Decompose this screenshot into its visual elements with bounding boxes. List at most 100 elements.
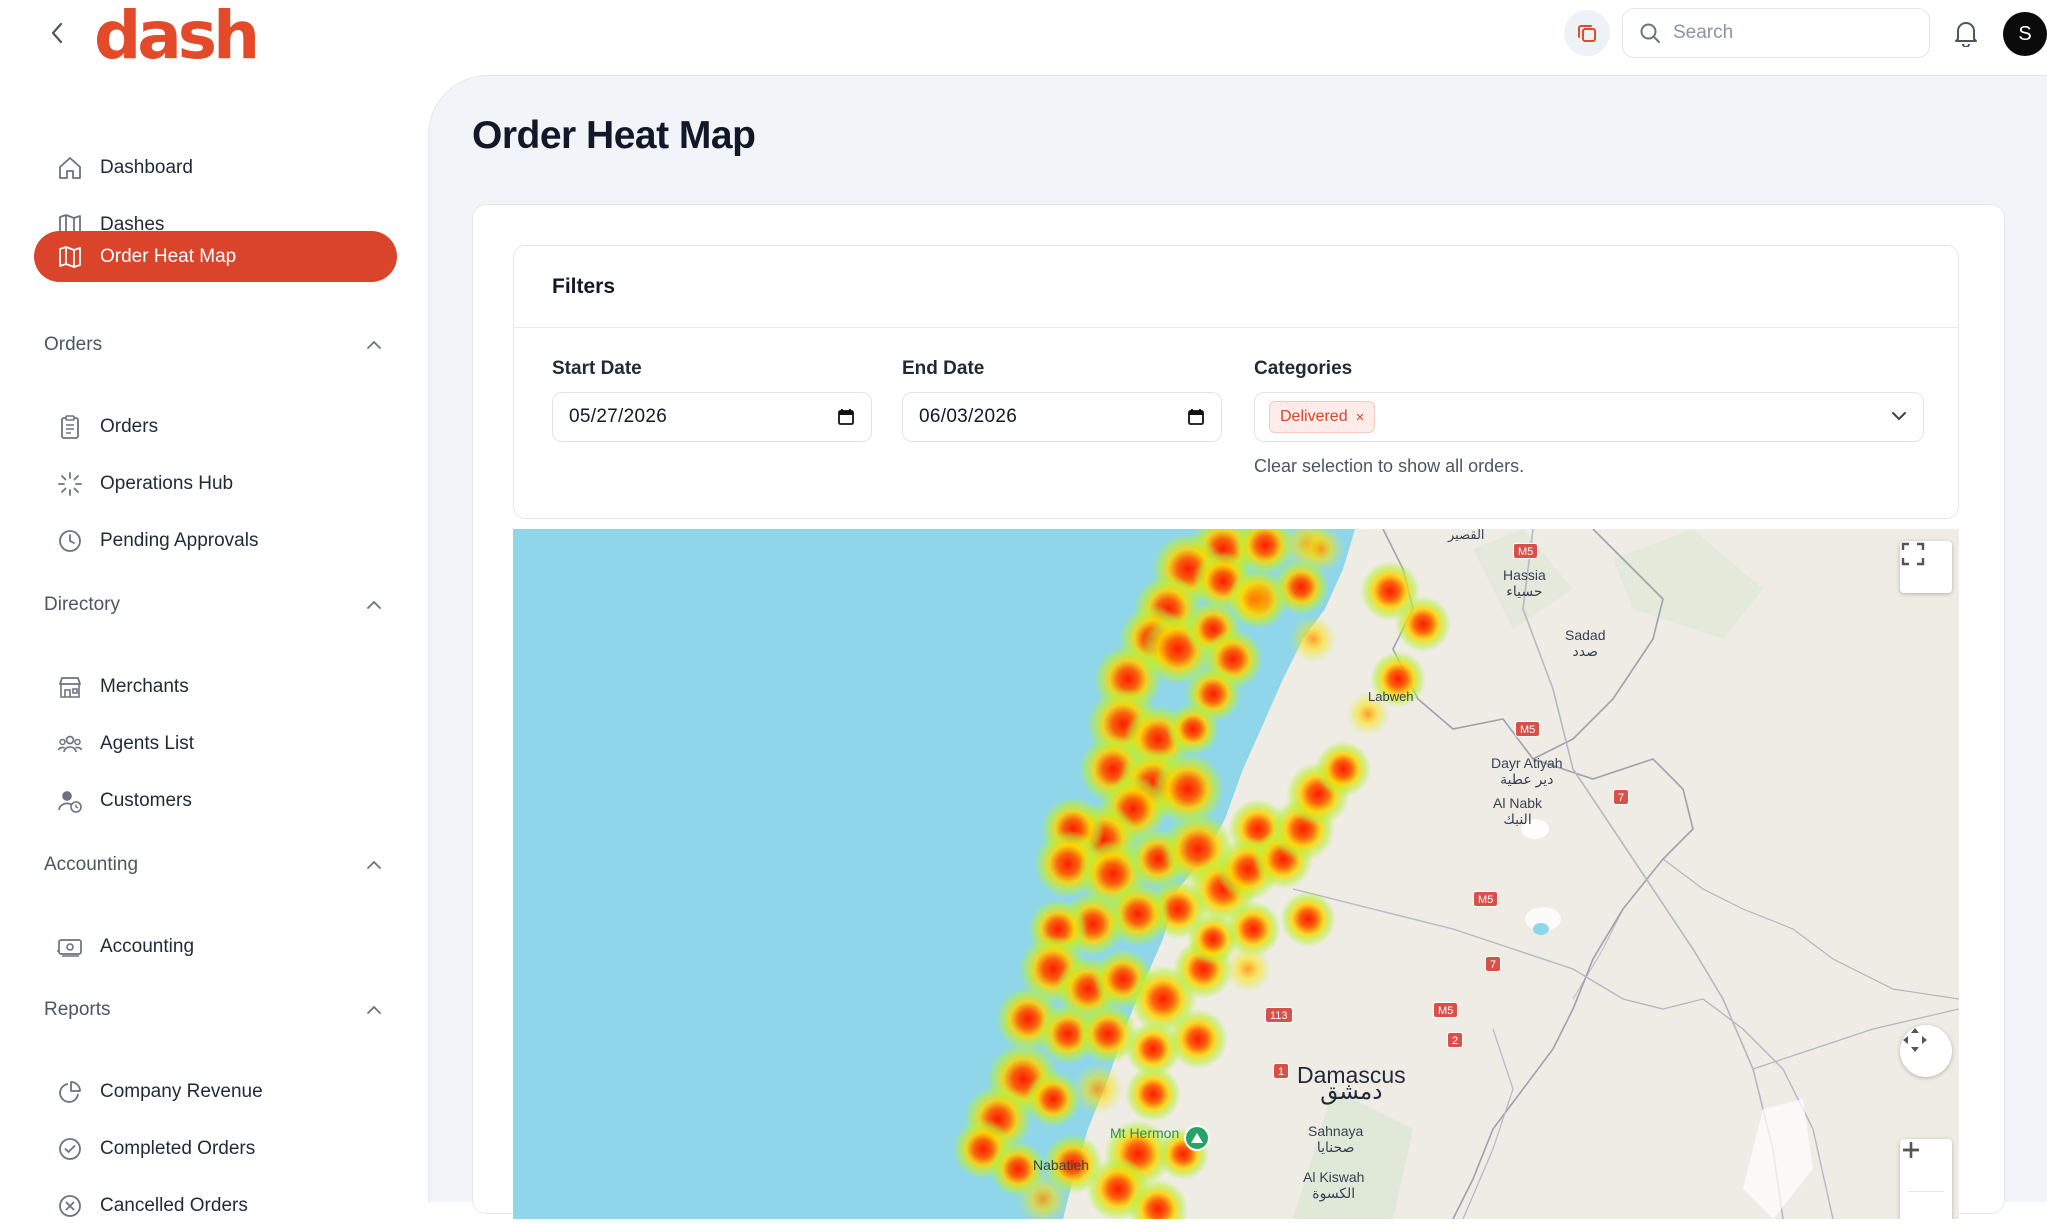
map-icon [55, 242, 85, 272]
avatar-initial: S [2018, 22, 2032, 45]
clock-icon [55, 526, 85, 556]
end-date-input[interactable]: 06/03/2026 [902, 392, 1222, 442]
map-label-al-nabk: Al Nabk النبك [1493, 795, 1543, 827]
end-date-label: End Date [902, 358, 985, 379]
chevron-up-icon [364, 335, 384, 355]
map-label-sadad: Sadad صدد [1565, 627, 1606, 659]
calendar-icon[interactable] [1187, 408, 1205, 426]
search-input[interactable] [1673, 22, 1913, 44]
section-directory-toggle[interactable]: Directory [44, 590, 384, 620]
dash-logo: dash [94, 2, 260, 66]
sidebar-item-label: Order Heat Map [100, 245, 237, 267]
fullscreen-icon [1901, 542, 1925, 566]
back-button[interactable] [44, 20, 70, 46]
x-circle-icon [55, 1191, 85, 1221]
sidebar-item-accounting[interactable]: Accounting [34, 921, 397, 972]
zoom-out-button[interactable] [1900, 1148, 1952, 1219]
road-badge-7: 7 [1485, 956, 1502, 972]
sidebar-item-customers[interactable]: Customers [34, 775, 397, 826]
section-title: Directory [44, 594, 121, 615]
copy-icon [1578, 25, 1596, 42]
copy-button[interactable] [1564, 10, 1610, 56]
sidebar-item-agents-list[interactable]: Agents List [34, 718, 397, 769]
section-orders-toggle[interactable]: Orders [44, 330, 384, 360]
home-icon [55, 153, 85, 183]
zoom-control [1900, 1139, 1952, 1219]
chevron-up-icon [364, 855, 384, 875]
move-arrows-icon [1903, 1028, 1927, 1052]
clipboard-icon [55, 412, 85, 442]
road-badge-m5: M5 [1515, 721, 1541, 737]
sidebar-item-dashboard[interactable]: Dashboard [34, 142, 397, 193]
map-label-damascus: Damascus دمشق [1297, 1062, 1406, 1104]
chip-remove-button[interactable]: × [1356, 409, 1365, 426]
map-canvas [513, 529, 1959, 1219]
filters-header: Filters [514, 246, 1958, 328]
chevron-down-icon[interactable] [1891, 408, 1907, 426]
user-clock-icon [55, 786, 85, 816]
road-badge-2: 2 [1447, 1032, 1464, 1048]
chip-label: Delivered [1280, 408, 1348, 425]
search-icon [1640, 23, 1660, 43]
sidebar-item-completed-orders[interactable]: Completed Orders [34, 1123, 397, 1174]
map-label-hassia: Hassia حسياء [1503, 567, 1546, 599]
notifications-button[interactable] [1950, 17, 1982, 49]
users-icon [55, 729, 85, 759]
section-reports-toggle[interactable]: Reports [44, 995, 384, 1025]
sidebar-item-label: Accounting [100, 935, 195, 957]
banknote-icon [55, 932, 85, 962]
sidebar-item-merchants[interactable]: Merchants [34, 661, 397, 712]
calendar-icon[interactable] [837, 408, 855, 426]
sidebar: Dashboard Dashes Order Heat Map Orders O… [0, 70, 428, 1217]
page-title: Order Heat Map [472, 114, 756, 157]
heat-map[interactable]: القصير Hassia حسياء Sadad صدد Labweh Dayr … [513, 529, 1959, 1219]
sidebar-item-label: Cancelled Orders [100, 1194, 248, 1216]
sidebar-item-pending-approvals[interactable]: Pending Approvals [34, 515, 397, 566]
main-content: Order Heat Map Filters Start Date 05/27/… [428, 75, 2047, 1219]
bell-icon [1955, 22, 1977, 47]
road-badge-m5: M5 [1513, 543, 1539, 559]
filters-panel: Filters Start Date 05/27/2026 End Date 0… [513, 245, 1959, 519]
map-label-dayr-atiyah: Dayr Atiyah دير عطية [1491, 755, 1563, 787]
heat-map-card: Filters Start Date 05/27/2026 End Date 0… [472, 204, 2005, 1219]
fullscreen-button[interactable] [1900, 541, 1952, 593]
sidebar-item-label: Company Revenue [100, 1080, 263, 1102]
sidebar-item-orders[interactable]: Orders [34, 401, 397, 452]
categories-label: Categories [1254, 358, 1353, 379]
sidebar-item-label: Agents List [100, 732, 194, 754]
sidebar-item-company-revenue[interactable]: Company Revenue [34, 1066, 397, 1117]
map-label-nabatieh: Nabatieh [1033, 1157, 1090, 1173]
map-label-mt-hermon: Mt Hermon [1110, 1125, 1180, 1141]
categories-select[interactable]: Delivered × [1254, 392, 1924, 442]
start-date-value: 05/27/2026 [569, 406, 668, 427]
road-badge-m5: M5 [1473, 891, 1499, 907]
map-label-sahnaya: Sahnaya صحنايا [1308, 1123, 1364, 1155]
sidebar-item-label: Orders [100, 415, 159, 437]
map-label-labweh: Labweh [1368, 689, 1414, 704]
svg-text:dash: dash [94, 2, 256, 66]
sidebar-item-operations-hub[interactable]: Operations Hub [34, 458, 397, 509]
road-badge-7: 7 [1613, 789, 1630, 805]
avatar[interactable]: S [2003, 12, 2047, 56]
camera-control-button[interactable] [1900, 1025, 1952, 1077]
section-title: Reports [44, 999, 111, 1020]
section-title: Accounting [44, 854, 139, 875]
sidebar-item-order-heat-map[interactable]: Order Heat Map [34, 231, 397, 282]
store-icon [55, 672, 85, 702]
road-badge-m5: M5 [1433, 1002, 1459, 1018]
categories-hint: Clear selection to show all orders. [1254, 456, 1525, 476]
loader-icon [55, 469, 85, 499]
sidebar-item-cancelled-orders[interactable]: Cancelled Orders [34, 1180, 397, 1231]
minus-icon [1903, 1148, 1919, 1152]
chevron-up-icon [364, 1000, 384, 1020]
map-label-qusayr: القصير [1448, 529, 1485, 542]
sidebar-item-label: Merchants [100, 675, 189, 697]
chevron-up-icon [364, 595, 384, 615]
sidebar-item-label: Pending Approvals [100, 529, 259, 551]
section-accounting-toggle[interactable]: Accounting [44, 850, 384, 880]
search-box[interactable] [1622, 8, 1930, 58]
start-date-input[interactable]: 05/27/2026 [552, 392, 872, 442]
end-date-value: 06/03/2026 [919, 406, 1018, 427]
chevron-left-icon [51, 22, 63, 44]
section-title: Orders [44, 334, 103, 355]
